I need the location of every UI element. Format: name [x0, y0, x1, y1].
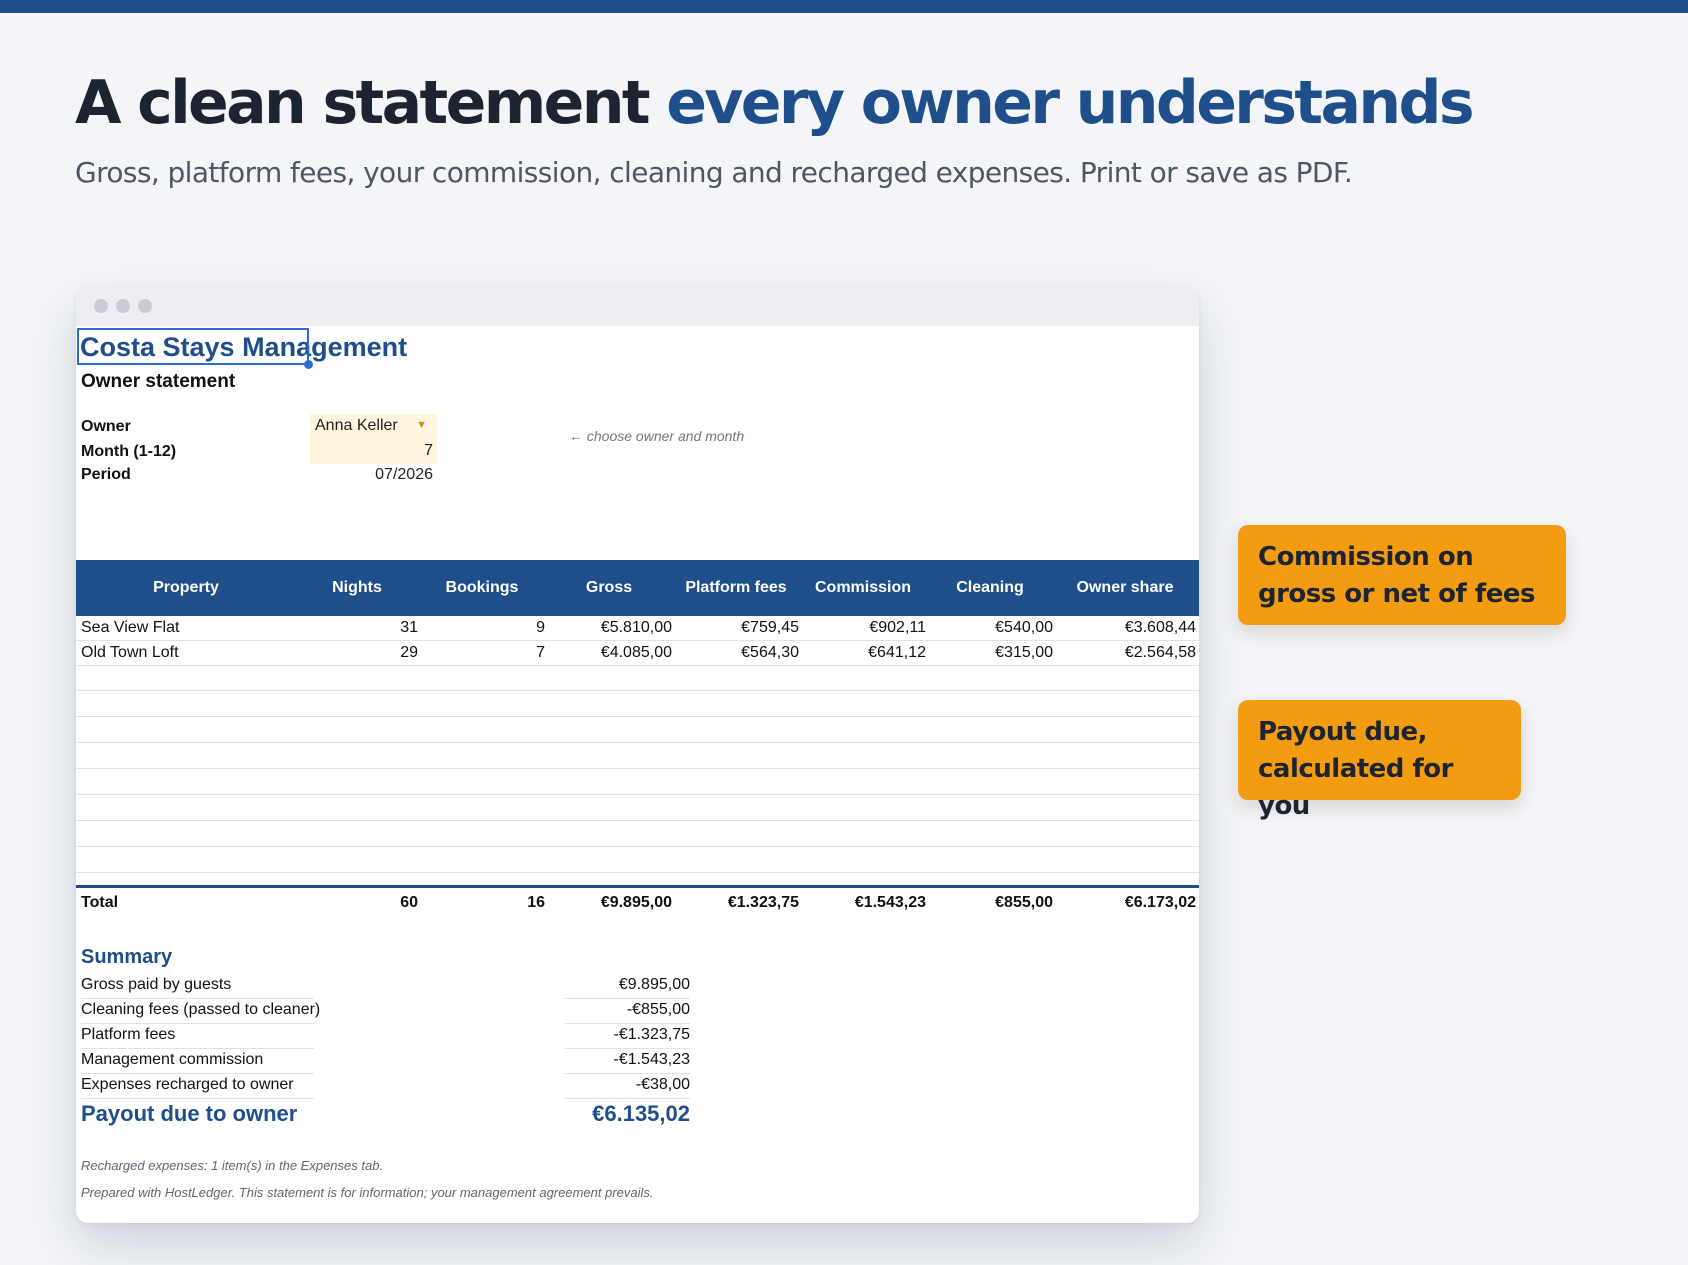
cell-cleaning: €315,00 — [995, 644, 1053, 661]
payout-label: Payout due to owner — [81, 1101, 298, 1126]
selection-hint: ← choose owner and month — [569, 428, 745, 444]
cell-gross: €4.085,00 — [600, 644, 672, 661]
total-cleaning: €855,00 — [995, 894, 1053, 911]
cell-nights: 31 — [400, 619, 418, 636]
header-property: Property — [153, 579, 219, 596]
total-commission: €1.543,23 — [854, 894, 926, 911]
period-value: 07/2026 — [375, 466, 433, 483]
cell-bookings: 7 — [536, 644, 545, 661]
callout-payout: Payout due, calculated for you — [1238, 700, 1521, 821]
payout-value: €6.135,02 — [592, 1101, 690, 1126]
owner-value: Anna Keller — [315, 417, 398, 434]
cell-owner-share: €2.564,58 — [1124, 644, 1196, 661]
empty-table-row[interactable] — [76, 848, 1199, 873]
cell-commission: €641,12 — [868, 644, 926, 661]
total-row[interactable]: Total 60 16 €9.895,00 €1.323,75 €1.543,2… — [76, 891, 1199, 916]
document-title: Owner statement — [81, 371, 236, 392]
total-gross: €9.895,00 — [600, 894, 672, 911]
empty-table-row[interactable] — [76, 822, 1199, 847]
cell-platform-fees: €564,30 — [741, 644, 799, 661]
statement-sheet: Costa Stays Management Owner statement O… — [76, 326, 1199, 1223]
header-bookings: Bookings — [445, 579, 519, 596]
window-dot-icon[interactable] — [94, 299, 108, 313]
summary-value: -€38,00 — [565, 1074, 690, 1099]
table-header: Property Nights Bookings Gross Platform … — [76, 560, 1199, 616]
cell-owner-share: €3.608,44 — [1124, 619, 1196, 636]
empty-table-row[interactable] — [76, 718, 1199, 743]
total-nights: 60 — [400, 894, 418, 911]
summary-value: €9.895,00 — [565, 974, 690, 999]
window-titlebar — [76, 288, 1199, 326]
owner-dropdown[interactable]: Anna Keller ▼ — [310, 414, 437, 439]
owner-label: Owner — [81, 418, 131, 435]
cell-property: Old Town Loft — [81, 644, 179, 661]
summary-label: Management commission — [81, 1049, 314, 1074]
table-row[interactable]: Old Town Loft 29 7 €4.085,00 €564,30 €64… — [76, 641, 1199, 666]
callout-commission: Commission on gross or net of fees — [1238, 525, 1566, 625]
period-label: Period — [81, 466, 131, 483]
hero-title: A clean statement every owner understand… — [75, 68, 1475, 138]
total-divider — [76, 885, 1199, 888]
hero-subtitle: Gross, platform fees, your commission, c… — [75, 156, 1353, 189]
cell-bookings: 9 — [536, 619, 545, 636]
header-cleaning: Cleaning — [956, 579, 1024, 596]
empty-table-row[interactable] — [76, 666, 1199, 691]
expenses-note: Recharged expenses: 1 item(s) in the Exp… — [81, 1158, 384, 1173]
hero-title-accent: every owner understands — [666, 68, 1474, 138]
disclaimer-note: Prepared with HostLedger. This statement… — [81, 1185, 654, 1200]
summary-label: Cleaning fees (passed to cleaner) — [81, 999, 320, 1024]
total-owner-share: €6.173,02 — [1124, 894, 1196, 911]
cell-commission: €902,11 — [869, 619, 926, 636]
header-commission: Commission — [814, 579, 911, 596]
table-row[interactable]: Sea View Flat 31 9 €5.810,00 €759,45 €90… — [76, 616, 1199, 641]
total-platform-fees: €1.323,75 — [727, 894, 799, 911]
header-gross: Gross — [585, 579, 633, 596]
empty-table-row[interactable] — [76, 692, 1199, 717]
header-nights: Nights — [332, 579, 382, 596]
empty-table-row[interactable] — [76, 744, 1199, 769]
summary-value: -€855,00 — [565, 999, 690, 1024]
header-owner-share: Owner share — [1076, 579, 1174, 596]
cell-property: Sea View Flat — [81, 619, 180, 636]
summary-label: Gross paid by guests — [81, 974, 314, 999]
summary-label: Platform fees — [81, 1024, 314, 1049]
summary-value: -€1.323,75 — [565, 1024, 690, 1049]
fill-handle[interactable] — [304, 360, 313, 369]
cell-selection-box — [77, 328, 309, 365]
empty-table-row[interactable] — [76, 796, 1199, 821]
spreadsheet-window: Costa Stays Management Owner statement O… — [76, 288, 1199, 1223]
cell-cleaning: €540,00 — [995, 619, 1053, 636]
window-dot-icon[interactable] — [116, 299, 130, 313]
top-accent-bar — [0, 0, 1688, 13]
hero-title-main: A clean statement — [75, 68, 667, 138]
total-label: Total — [81, 894, 119, 911]
month-label: Month (1-12) — [81, 443, 177, 460]
empty-table-row[interactable] — [76, 770, 1199, 795]
cell-platform-fees: €759,45 — [741, 619, 799, 636]
cell-nights: 29 — [400, 644, 418, 661]
month-value: 7 — [424, 442, 433, 459]
header-platform-fees: Platform fees — [685, 579, 787, 596]
dropdown-arrow-icon[interactable]: ▼ — [416, 419, 427, 431]
summary-label: Expenses recharged to owner — [81, 1074, 314, 1099]
cell-gross: €5.810,00 — [600, 619, 672, 636]
summary-value: -€1.543,23 — [565, 1049, 690, 1074]
summary-heading: Summary — [81, 946, 173, 968]
total-bookings: 16 — [527, 894, 545, 911]
month-input[interactable]: 7 — [310, 439, 437, 464]
window-dot-icon[interactable] — [138, 299, 152, 313]
